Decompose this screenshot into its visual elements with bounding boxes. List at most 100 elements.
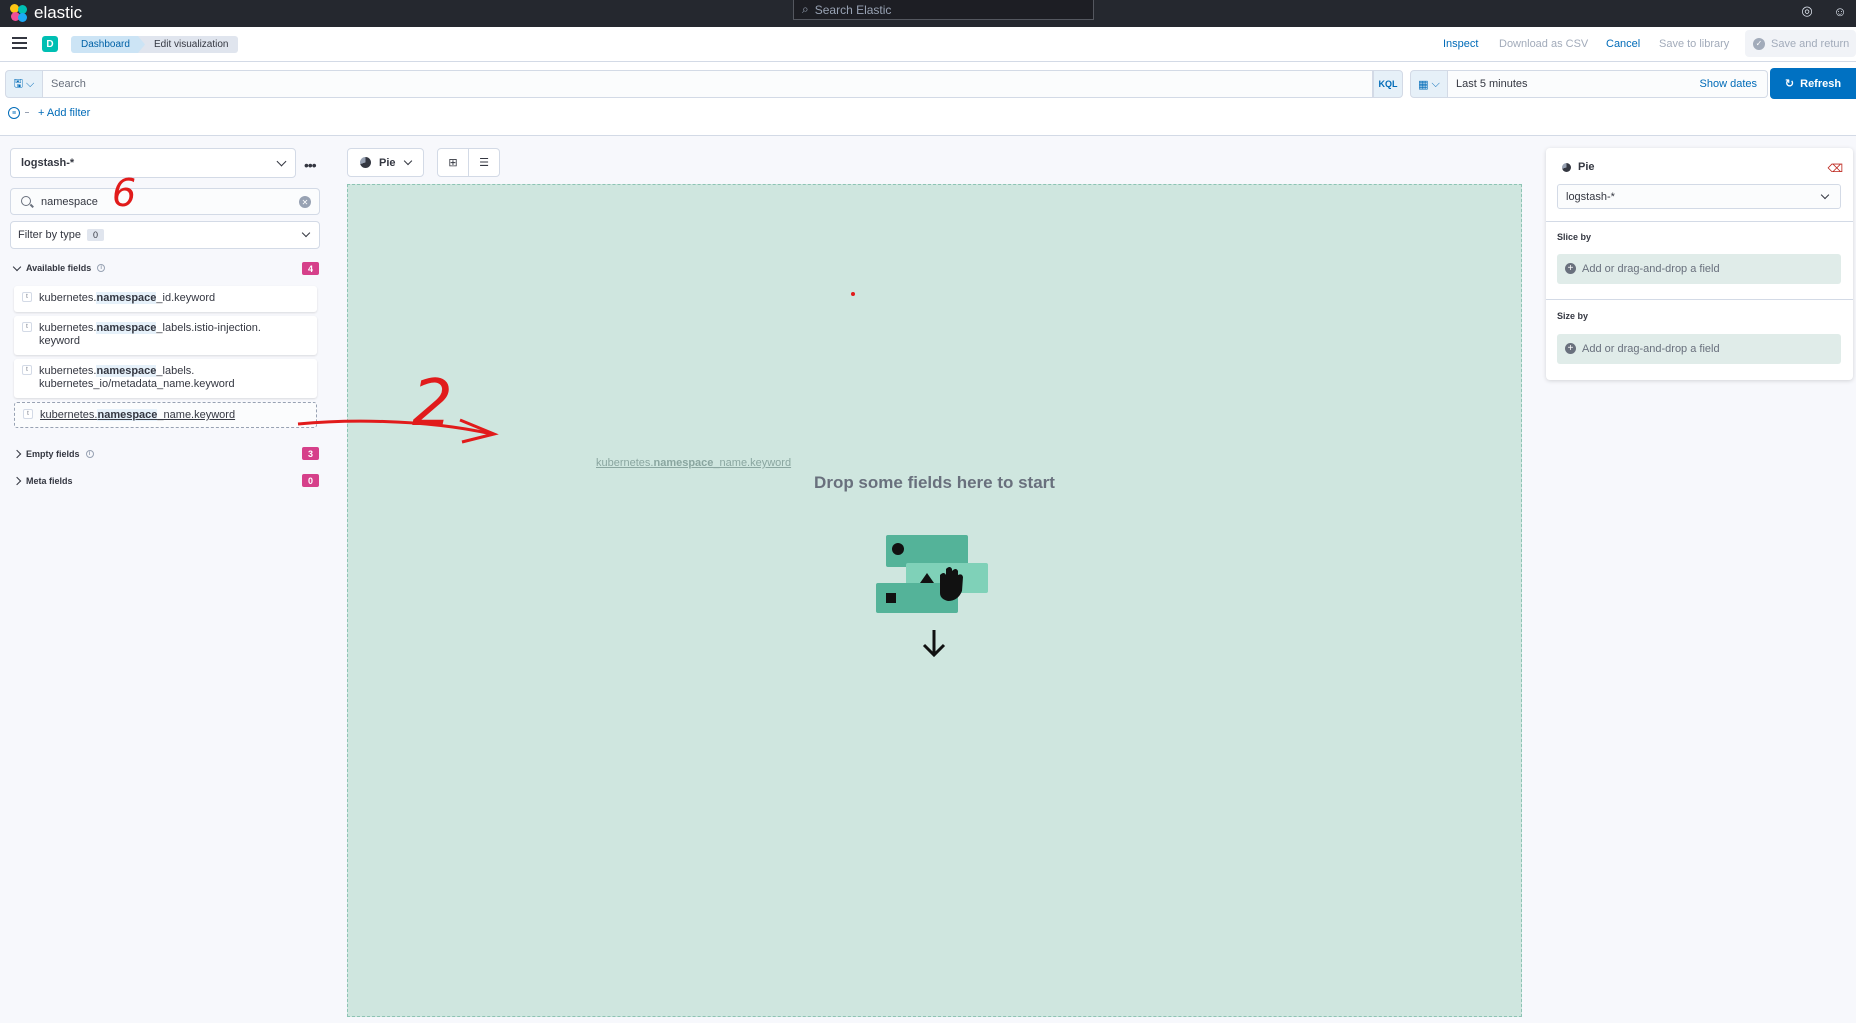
global-search-input[interactable]: ⌕ Search Elastic — [793, 0, 1094, 20]
chevron-down-icon — [276, 156, 287, 167]
slice-by-label: Slice by — [1557, 232, 1592, 242]
inspect-button[interactable]: Inspect — [1443, 38, 1478, 50]
values-settings-icon[interactable]: ⊞ — [438, 149, 468, 176]
more-options-icon[interactable]: ••• — [304, 157, 317, 173]
field-search-value: namespace — [41, 195, 98, 208]
show-dates-button[interactable]: Show dates — [1700, 78, 1757, 90]
pie-chart-icon — [360, 157, 371, 168]
size-by-label: Size by — [1557, 311, 1589, 321]
field-name-match: namespace — [96, 365, 157, 377]
ghost-suffix: _name.keyword — [713, 457, 792, 469]
chart-type-label: Pie — [379, 156, 396, 169]
field-name-prefix: kubernetes. — [39, 292, 97, 304]
plus-icon: + — [1565, 263, 1576, 274]
refresh-icon: ↻ — [1784, 78, 1795, 90]
add-filter-button[interactable]: + Add filter — [38, 107, 90, 119]
field-name-suffix: _labels. — [156, 365, 195, 377]
filter-divider — [25, 112, 29, 113]
date-quick-menu-button[interactable]: ▦ ⌵ — [1410, 70, 1448, 98]
global-search-placeholder: Search Elastic — [814, 2, 892, 17]
search-icon: ⌕ — [802, 2, 809, 16]
divider — [1546, 221, 1853, 222]
layer-title-label: Pie — [1578, 161, 1595, 173]
field-name-match: namespace — [97, 409, 158, 421]
layer-index-pattern-label: logstash-* — [1566, 190, 1615, 203]
query-language-button[interactable]: KQL — [1373, 70, 1403, 98]
clear-search-icon[interactable]: ✕ — [299, 196, 311, 208]
field-name-match: namespace — [96, 292, 157, 304]
field-item[interactable]: t kubernetes.namespace_labels.istio-inje… — [14, 316, 317, 355]
chevron-down-icon: ⌵ — [1431, 77, 1440, 90]
field-item[interactable]: t kubernetes.namespace_id.keyword — [14, 286, 317, 312]
empty-fields-header[interactable]: Empty fields i — [12, 449, 94, 459]
available-fields-label: Available fields — [26, 263, 92, 273]
layer-config-panel: Pie ⌫ logstash-* Slice by + Add or drag-… — [1546, 148, 1853, 380]
chevron-down-icon — [12, 262, 22, 271]
slice-by-drop-zone[interactable]: + Add or drag-and-drop a field — [1557, 254, 1841, 284]
divider — [1546, 299, 1853, 300]
chart-options-group: ⊞ ☰ — [437, 148, 500, 177]
string-type-icon: t — [22, 292, 32, 302]
layer-index-pattern-select[interactable]: logstash-* — [1557, 184, 1841, 209]
workspace-drop-zone[interactable]: kubernetes.namespace_name.keyword Drop s… — [347, 184, 1522, 1017]
drop-zone-title: Drop some fields here to start — [814, 473, 1055, 492]
breadcrumb-dashboard[interactable]: Dashboard — [71, 36, 146, 53]
space-avatar[interactable]: D — [42, 36, 58, 52]
date-range-picker[interactable]: Last 5 minutes Show dates — [1448, 70, 1768, 98]
field-name-suffix: _name.keyword — [157, 409, 236, 421]
chevron-down-icon — [403, 156, 413, 166]
query-search-placeholder: Search — [51, 78, 86, 90]
app-header: D Dashboard Edit visualization Inspect D… — [0, 27, 1856, 62]
index-pattern-select[interactable]: logstash-* — [10, 148, 296, 178]
elastic-logo[interactable]: elastic — [10, 3, 82, 23]
field-item[interactable]: t kubernetes.namespace_labels. kubernete… — [14, 359, 317, 398]
elastic-logo-icon — [10, 4, 28, 22]
refresh-button[interactable]: ↻ Refresh — [1770, 68, 1856, 99]
download-csv-button[interactable]: Download as CSV — [1499, 38, 1588, 50]
time-range-label: Last 5 minutes — [1456, 78, 1528, 90]
chart-type-switcher[interactable]: Pie — [347, 148, 424, 177]
drag-and-drop-illustration — [876, 535, 988, 658]
plus-icon: + — [1565, 343, 1576, 354]
legend-settings-icon[interactable]: ☰ — [468, 149, 499, 176]
user-menu-icon[interactable]: ☺ — [1832, 3, 1848, 19]
info-icon: i — [97, 264, 106, 272]
chevron-right-icon — [12, 476, 22, 486]
available-fields-count: 4 — [302, 262, 319, 275]
empty-fields-label: Empty fields — [26, 449, 80, 459]
string-type-icon: t — [22, 365, 32, 375]
field-name-line2: keyword — [39, 335, 80, 347]
delete-layer-icon[interactable]: ⌫ — [1827, 162, 1843, 175]
global-header: elastic ⌕ Search Elastic ◎ ☺ — [0, 0, 1856, 27]
breadcrumb-edit-visualization: Edit visualization — [138, 36, 239, 53]
help-icon[interactable]: ◎ — [1799, 3, 1815, 19]
chevron-right-icon — [12, 449, 22, 459]
field-item-dragging[interactable]: t kubernetes.namespace_name.keyword — [14, 402, 317, 428]
calendar-icon: ▦ — [1418, 78, 1429, 91]
meta-fields-header[interactable]: Meta fields — [12, 476, 73, 486]
query-search-input[interactable]: Search — [43, 70, 1373, 98]
filter-by-type-button[interactable]: Filter by type 0 — [10, 221, 320, 249]
field-search-input[interactable]: namespace ✕ — [10, 188, 320, 215]
meta-fields-count: 0 — [302, 474, 319, 487]
info-icon: i — [85, 450, 94, 458]
search-icon — [21, 196, 31, 206]
saved-query-button[interactable]: 🖫 ⌵ — [5, 70, 43, 98]
filter-by-type-label: Filter by type — [18, 229, 81, 241]
save-and-return-button[interactable]: ✓ Save and return — [1745, 30, 1856, 57]
drop-zone-description: ​ — [348, 687, 1521, 698]
index-pattern-label: logstash-* — [21, 157, 75, 169]
menu-icon[interactable] — [12, 37, 27, 49]
cancel-button[interactable]: Cancel — [1606, 38, 1640, 50]
layer-title: Pie — [1562, 161, 1595, 173]
available-fields-header[interactable]: Available fields i — [12, 262, 106, 273]
dragged-field-ghost: kubernetes.namespace_name.keyword — [596, 457, 791, 469]
filter-count: 0 — [86, 229, 104, 241]
filter-options-icon[interactable]: ≡ — [8, 107, 20, 119]
field-name-prefix: kubernetes. — [39, 322, 97, 334]
string-type-icon: t — [23, 409, 33, 419]
feedback-link[interactable]: ​ — [348, 717, 1521, 728]
save-to-library-button[interactable]: Save to library — [1659, 38, 1729, 50]
size-by-drop-zone[interactable]: + Add or drag-and-drop a field — [1557, 334, 1841, 364]
save-icon: 🖫 — [13, 77, 24, 90]
